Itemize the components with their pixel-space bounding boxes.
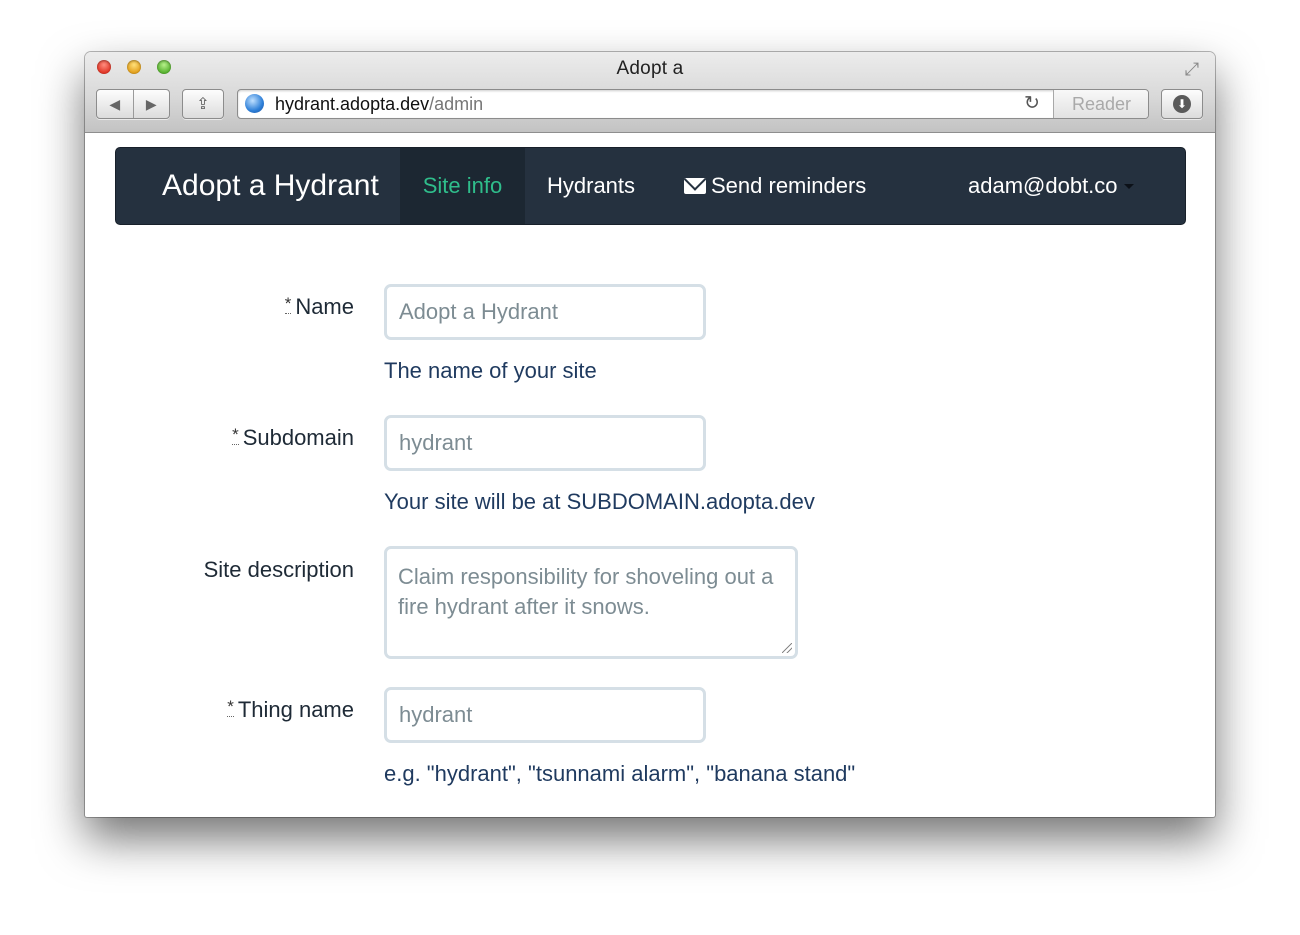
forward-button[interactable]: ▶	[134, 96, 170, 113]
url-text[interactable]: hydrant.adopta.dev/admin	[275, 94, 483, 115]
download-icon: ⬇	[1173, 95, 1191, 113]
browser-toolbar: Adopt a ⤢ ◀ ▶ ⇪ hydrant.adopta.dev/admin…	[85, 52, 1215, 133]
thing-name-help: e.g. "hydrant", "tsunnami alarm", "banan…	[384, 761, 856, 786]
subdomain-input[interactable]: hydrant	[384, 415, 706, 471]
address-bar[interactable]: hydrant.adopta.dev/admin ↻ Reader	[237, 89, 1149, 119]
brand-link[interactable]: Adopt a Hydrant	[162, 169, 379, 203]
required-marker: *	[227, 697, 234, 717]
nav-send-reminders[interactable]: Send reminders	[684, 148, 866, 224]
required-marker: *	[284, 294, 292, 314]
user-menu-dropdown[interactable]: adam@dobt.co	[968, 148, 1134, 224]
thing-name-label-text: Thing name	[237, 697, 354, 722]
name-label-text: Name	[295, 294, 354, 319]
user-email: adam@dobt.co	[968, 173, 1118, 198]
window-title: Adopt a	[616, 58, 684, 79]
caret-down-icon	[1123, 184, 1134, 189]
name-input[interactable]: Adopt a Hydrant	[384, 284, 706, 340]
back-forward-buttons: ◀ ▶	[96, 89, 170, 119]
nav-send-reminders-label: Send reminders	[711, 173, 867, 198]
downloads-button[interactable]: ⬇	[1161, 89, 1203, 119]
site-description-label: Site description	[203, 557, 354, 582]
name-help: The name of your site	[384, 358, 597, 383]
nav-site-info[interactable]: Site info	[400, 148, 525, 224]
url-path: /admin	[429, 94, 484, 114]
subdomain-label-text: Subdomain	[242, 425, 354, 450]
required-marker: *	[232, 425, 239, 445]
fullscreen-icon[interactable]: ⤢	[1181, 58, 1203, 80]
back-button[interactable]: ◀	[97, 96, 133, 113]
share-button[interactable]: ⇪	[182, 89, 224, 119]
resize-handle[interactable]	[782, 643, 792, 653]
browser-window: Adopt a ⤢ ◀ ▶ ⇪ hydrant.adopta.dev/admin…	[85, 52, 1215, 817]
reader-button[interactable]: Reader	[1053, 90, 1148, 118]
subdomain-help: Your site will be at SUBDOMAIN.adopta.de…	[384, 489, 815, 514]
subdomain-label: * Subdomain	[232, 425, 354, 451]
envelope-icon	[684, 178, 706, 194]
globe-icon	[245, 94, 264, 113]
reload-icon[interactable]: ↻	[1024, 92, 1040, 115]
site-description-placeholder: Claim responsibility for shoveling out a…	[398, 564, 774, 619]
nav-hydrants[interactable]: Hydrants	[547, 148, 635, 224]
site-description-textarea[interactable]: Claim responsibility for shoveling out a…	[384, 546, 798, 659]
url-host: hydrant.adopta.dev	[275, 94, 430, 114]
thing-name-label: * Thing name	[227, 697, 354, 723]
name-label: * Name	[284, 294, 354, 320]
share-icon: ⇪	[196, 96, 210, 113]
site-navbar: Adopt a Hydrant Site info Hydrants Send …	[115, 147, 1186, 225]
thing-name-input[interactable]: hydrant	[384, 687, 706, 743]
